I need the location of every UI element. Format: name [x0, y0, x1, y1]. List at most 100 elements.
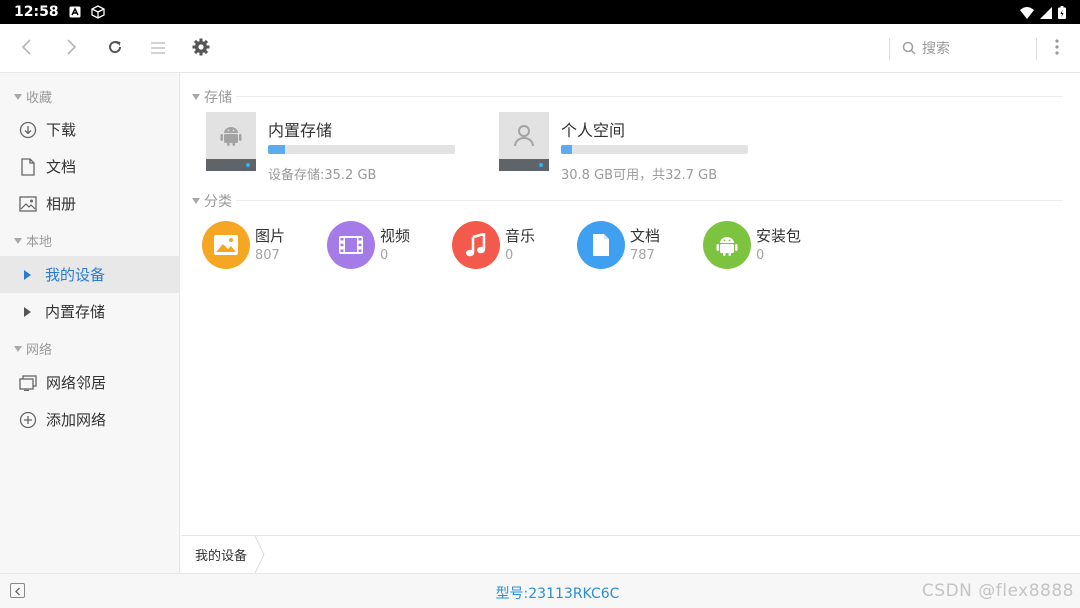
storage-card-personal[interactable]: 个人空间 30.8 GB可用，共32.7 GB — [499, 112, 759, 183]
storage-name: 个人空间 — [561, 121, 626, 140]
category-videos[interactable]: 视频 0 — [327, 221, 447, 271]
breadcrumb-label: 我的设备 — [195, 549, 248, 564]
section-title: 收藏 — [26, 91, 53, 106]
caret-down-icon — [192, 198, 200, 204]
sidebar-item-label: 文档 — [46, 158, 77, 176]
image-icon — [214, 235, 238, 255]
sidebar-item-internal-storage[interactable]: 内置存储 — [0, 293, 179, 330]
storage-name: 内置存储 — [268, 121, 333, 140]
category-documents[interactable]: 文档 787 — [577, 221, 697, 271]
sidebar-item-label: 我的设备 — [45, 266, 106, 284]
category-count: 787 — [630, 248, 655, 263]
category-images[interactable]: 图片 807 — [202, 221, 322, 271]
caret-right-icon — [24, 269, 31, 280]
breadcrumb-item-my-device[interactable]: 我的设备 — [181, 536, 265, 573]
search-icon — [902, 40, 916, 59]
section-title: 分类 — [204, 194, 232, 210]
caret-down-icon — [14, 237, 22, 244]
image-icon — [18, 194, 38, 214]
category-icon-circle — [452, 221, 500, 269]
back-button[interactable] — [15, 37, 39, 61]
storage-section-header[interactable]: 存储 — [192, 87, 1063, 107]
category-count: 0 — [505, 248, 514, 263]
sidebar-section-local[interactable]: 本地 — [14, 231, 52, 250]
sidebar-section-favorites[interactable]: 收藏 — [14, 87, 52, 106]
storage-info: 30.8 GB可用，共32.7 GB — [561, 168, 718, 183]
sidebar-item-downloads[interactable]: 下载 — [0, 111, 179, 148]
category-count: 0 — [756, 248, 765, 263]
category-icon-circle — [577, 221, 625, 269]
android-icon — [220, 127, 242, 146]
divider — [236, 96, 1063, 97]
category-music[interactable]: 音乐 0 — [452, 221, 572, 271]
storage-info: 设备存储:35.2 GB — [268, 168, 377, 183]
category-name: 图片 — [255, 227, 286, 245]
storage-card-internal[interactable]: 内置存储 设备存储:35.2 GB — [206, 112, 466, 183]
search-box[interactable] — [889, 38, 1037, 60]
network-neighborhood-icon — [18, 373, 38, 393]
category-count: 0 — [380, 248, 389, 263]
sidebar-item-add-network[interactable]: 添加网络 — [0, 401, 179, 438]
wifi-icon — [1020, 4, 1034, 23]
category-name: 安装包 — [756, 227, 802, 245]
breadcrumb-separator — [255, 536, 265, 573]
settings-button[interactable] — [189, 37, 213, 61]
download-icon — [18, 120, 38, 140]
category-icon-circle — [202, 221, 250, 269]
more-options-button[interactable] — [1045, 37, 1069, 61]
category-name: 视频 — [380, 227, 411, 245]
category-name: 文档 — [630, 227, 661, 245]
forward-button[interactable] — [59, 37, 83, 61]
sidebar-item-my-device[interactable]: 我的设备 — [0, 256, 179, 293]
category-icon-circle — [327, 221, 375, 269]
chevron-left-icon — [20, 38, 34, 60]
sidebar-item-label: 网络邻居 — [46, 374, 107, 392]
category-icon-circle — [703, 221, 751, 269]
sidebar-item-label: 下载 — [46, 121, 77, 139]
list-icon — [150, 40, 166, 59]
music-note-icon — [466, 233, 486, 257]
storage-progress-bar — [268, 145, 455, 154]
sidebar-item-documents[interactable]: 文档 — [0, 148, 179, 185]
section-title: 本地 — [26, 235, 53, 250]
sidebar-item-album[interactable]: 相册 — [0, 185, 179, 222]
divider — [236, 200, 1063, 201]
toolbar — [0, 24, 1080, 73]
status-time: 12:58 — [14, 4, 59, 20]
drive-icon — [206, 112, 256, 171]
category-section-header[interactable]: 分类 — [192, 191, 1063, 211]
refresh-icon — [106, 38, 124, 60]
bottom-bar: 型号:23113RKC6C CSDN @flex8888 — [0, 573, 1080, 608]
android-icon — [716, 237, 738, 256]
view-mode-button[interactable] — [146, 37, 170, 61]
signal-icon — [1040, 4, 1052, 23]
search-input[interactable] — [922, 41, 1022, 57]
section-title: 存储 — [204, 90, 232, 106]
storage-progress-fill — [561, 145, 573, 154]
gear-icon — [192, 38, 210, 60]
drive-led — [539, 163, 543, 167]
category-count: 807 — [255, 248, 280, 263]
document-icon — [18, 157, 38, 177]
device-model: 型号:23113RKC6C — [495, 586, 620, 602]
sidebar-item-label: 内置存储 — [45, 303, 106, 321]
sidebar: 收藏 下载 文档 相册 本地 我的设备 内置存储 网络 网络邻居 添加网络 — [0, 73, 180, 573]
breadcrumb: 我的设备 — [181, 535, 1080, 573]
caret-down-icon — [14, 93, 22, 100]
sidebar-section-network[interactable]: 网络 — [14, 339, 52, 358]
accessibility-icon — [69, 6, 81, 18]
sidebar-item-label: 添加网络 — [46, 411, 107, 429]
caret-down-icon — [192, 94, 200, 100]
category-apks[interactable]: 安装包 0 — [703, 221, 823, 271]
caret-down-icon — [14, 345, 22, 352]
package-icon — [90, 5, 105, 19]
watermark: CSDN @flex8888 — [921, 581, 1074, 601]
caret-right-icon — [24, 306, 31, 317]
refresh-button[interactable] — [103, 37, 127, 61]
storage-progress-bar — [561, 145, 748, 154]
sidebar-item-network-neighborhood[interactable]: 网络邻居 — [0, 364, 179, 401]
status-bar: 12:58 — [0, 0, 1080, 24]
storage-progress-fill — [268, 145, 285, 154]
add-circle-icon — [18, 410, 38, 430]
drive-led — [246, 163, 250, 167]
